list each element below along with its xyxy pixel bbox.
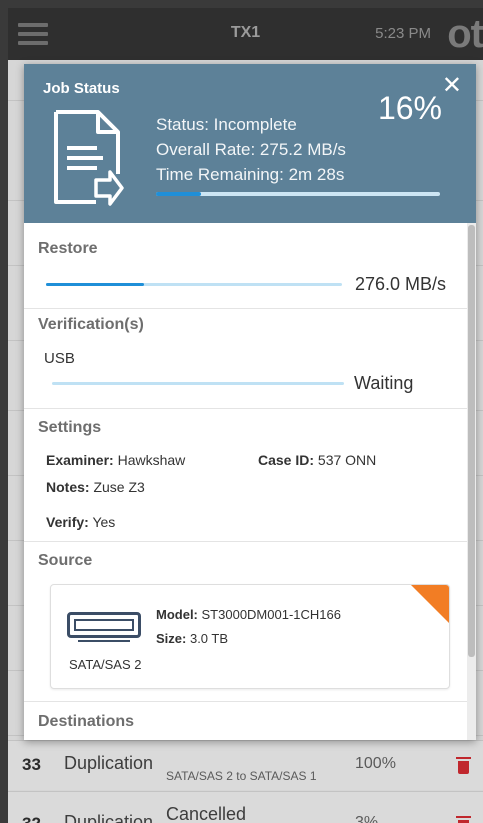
verification-device: USB (44, 350, 75, 367)
dialog-body[interactable]: Restore 276.0 MB/s Verification(s) USB W… (24, 223, 476, 740)
size-value: 3.0 TB (189, 631, 229, 646)
scrollbar-thumb[interactable] (468, 225, 475, 657)
document-export-icon (54, 110, 124, 206)
destinations-title: Destinations (38, 713, 135, 730)
logo: ot (447, 12, 483, 56)
case-id-label: Case ID: (258, 452, 315, 468)
close-icon[interactable]: ✕ (442, 74, 462, 98)
notes-label: Notes: (46, 479, 90, 495)
overall-progress-fill (156, 192, 202, 196)
restore-rate: 276.0 MB/s (355, 274, 447, 294)
job-type: Duplication (64, 812, 154, 823)
job-number: 33 (22, 755, 41, 774)
notes-value: Zuse Z3 (93, 479, 145, 495)
restore-title: Restore (38, 240, 98, 257)
hard-drive-icon (67, 612, 141, 642)
verify-field: Verify: Yes (46, 514, 115, 530)
source-title: Source (38, 552, 93, 569)
dialog-title: Job Status (43, 80, 120, 97)
restore-progress-bar (46, 283, 342, 286)
status-corner-flag (411, 585, 449, 623)
dialog-header: Job Status ✕ 16% Status: Incomplete Over… (24, 64, 476, 223)
model-value: ST3000DM001-1CH166 (201, 607, 341, 622)
verification-status: Waiting (354, 373, 414, 393)
overall-progress-bar (156, 192, 440, 196)
trash-icon[interactable] (456, 757, 471, 774)
model-label: Model: (156, 607, 198, 622)
restore-progress-fill (46, 283, 144, 286)
job-row[interactable]: 33 Duplication SATA/SAS 2 to SATA/SAS 1 … (8, 740, 483, 790)
overall-rate-line: Overall Rate: 275.2 MB/s (156, 140, 346, 159)
job-type: Duplication (64, 753, 154, 773)
case-id-field: Case ID: 537 ONN (258, 452, 376, 468)
job-number: 32 (22, 814, 41, 823)
status-summary: Status: Incomplete Overall Rate: 275.2 M… (156, 112, 346, 187)
verification-progress-bar (52, 382, 344, 385)
job-row[interactable]: 32 Duplication Cancelled 3% (8, 791, 483, 823)
overall-percent: 16% (377, 90, 442, 126)
source-port: SATA/SAS 2 (69, 657, 142, 672)
job-subtitle: SATA/SAS 2 to SATA/SAS 1 (166, 769, 317, 783)
case-id-value: 537 ONN (317, 452, 377, 468)
examiner-value: Hawkshaw (117, 452, 186, 468)
job-percent: 3% (355, 814, 379, 823)
verify-value: Yes (92, 514, 116, 530)
verification-title: Verification(s) (38, 316, 144, 333)
clock: 5:23 PM (375, 25, 431, 42)
notes-field: Notes: Zuse Z3 (46, 479, 145, 495)
scrollbar[interactable] (467, 223, 476, 740)
source-drive-card[interactable]: Model: ST3000DM001-1CH166 Size: 3.0 TB S… (50, 584, 450, 689)
examiner-label: Examiner: (46, 452, 114, 468)
job-status-text: Cancelled (166, 804, 247, 823)
job-status-dialog: Job Status ✕ 16% Status: Incomplete Over… (24, 64, 476, 740)
source-model: Model: ST3000DM001-1CH166 (156, 607, 341, 622)
source-size: Size: 3.0 TB (156, 631, 228, 646)
settings-title: Settings (38, 419, 102, 436)
status-line: Status: Incomplete (156, 115, 297, 134)
verify-label: Verify: (46, 514, 89, 530)
size-label: Size: (156, 631, 187, 646)
top-bar: TX1 5:23 PM ot (8, 8, 483, 60)
examiner-field: Examiner: Hawkshaw (46, 452, 185, 468)
time-remaining-line: Time Remaining: 2m 28s (156, 165, 345, 184)
job-percent: 100% (355, 755, 396, 772)
